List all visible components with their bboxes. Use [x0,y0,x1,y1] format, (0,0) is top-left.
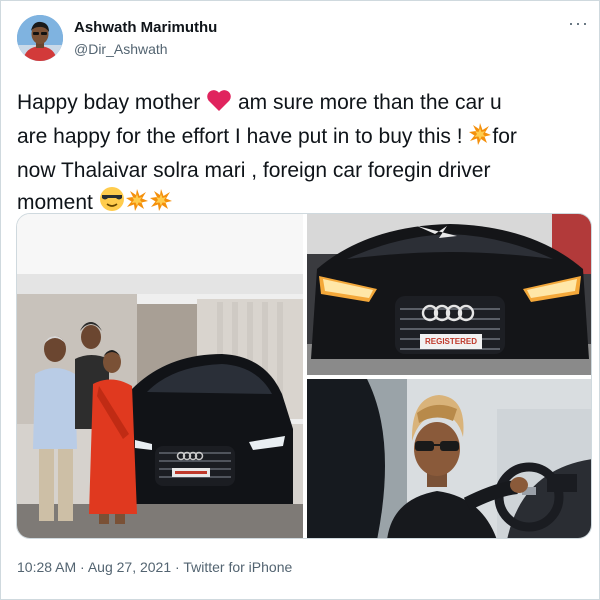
author-name[interactable]: Ashwath Marimuthu [74,19,217,36]
car-front-photo[interactable]: REGISTERED [307,214,591,375]
author-handle[interactable]: @Dir_Ashwath [74,41,168,57]
tweet-date[interactable]: Aug 27, 2021 [88,559,171,575]
family-with-car-photo[interactable] [17,214,303,538]
collision-icon [468,122,492,155]
man-in-driver-seat-photo[interactable] [307,379,591,538]
tweet-meta: 10:28 AM · Aug 27, 2021 · Twitter for iP… [17,559,292,575]
author-avatar[interactable] [17,15,63,61]
tweet-text-line4: moment [17,191,99,214]
tweet-source[interactable]: Twitter for iPhone [183,559,292,575]
tweet-text-line2a: are happy for the effort I have put in t… [17,125,469,148]
meta-separator: · [76,559,88,575]
tweet-time[interactable]: 10:28 AM [17,559,76,575]
media-grid: REGISTERED [16,213,592,539]
tweet-text-line1a: Happy bday mother [17,91,207,114]
tweet-text-line1b: am sure more than the car u [232,91,502,114]
tweet-text: Happy bday mother am sure more than the … [17,87,592,221]
tweet-card[interactable]: Ashwath Marimuthu @Dir_Ashwath ··· Happy… [0,0,600,600]
meta-separator: · [171,559,184,575]
registration-plate-label: REGISTERED [424,337,477,346]
tweet-text-line2b: for [492,125,517,148]
more-options-icon[interactable]: ··· [568,13,589,34]
tweet-text-line3: now Thalaivar solra mari , foreign car f… [17,159,491,182]
red-heart-icon [206,89,232,121]
